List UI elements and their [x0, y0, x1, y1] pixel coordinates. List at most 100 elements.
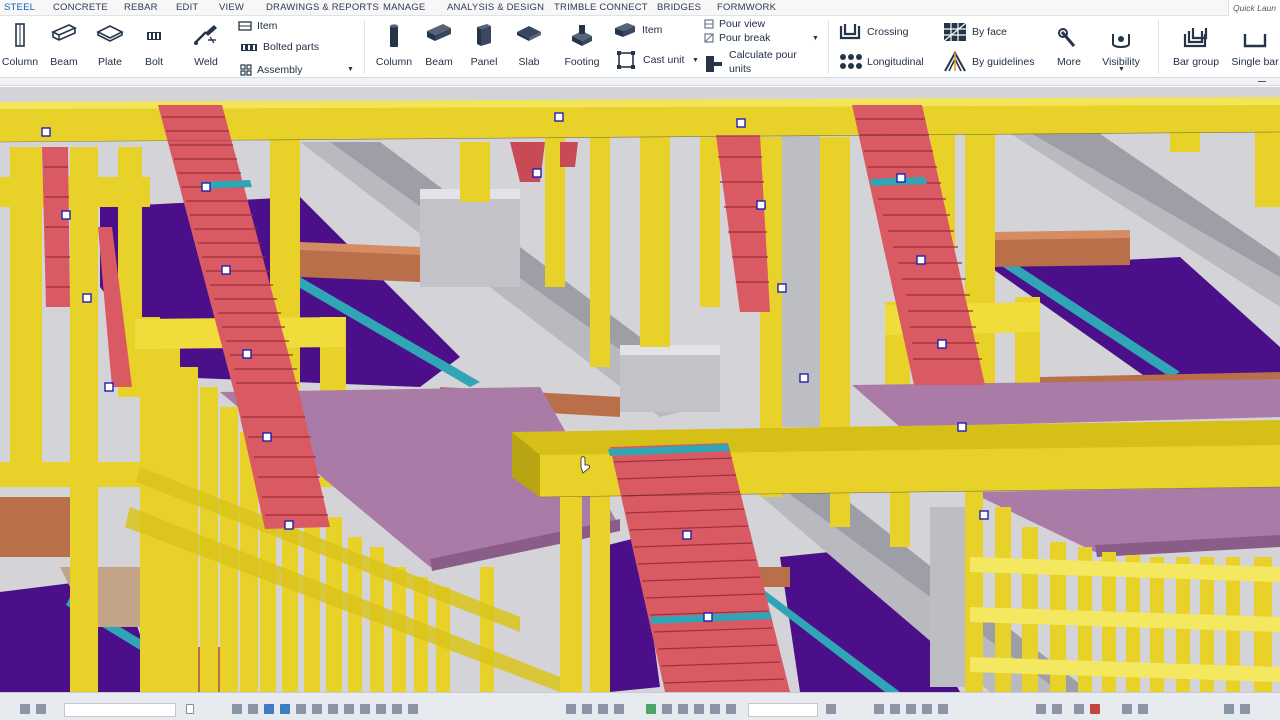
steel-beam-button[interactable]: Beam [44, 16, 84, 78]
snap-button-icon[interactable] [312, 704, 322, 714]
panel-button[interactable]: Panel [464, 16, 504, 78]
bar-group-button[interactable]: Bar group [1166, 16, 1226, 78]
minimize-view-icon[interactable] [1258, 81, 1266, 82]
assembly-button[interactable]: Assembly [240, 62, 303, 78]
pour-view-button[interactable]: Pour view [704, 18, 765, 30]
select-button-icon[interactable] [726, 704, 736, 714]
by-face-label: By face [972, 26, 1008, 38]
tab-steel[interactable]: STEEL [4, 2, 35, 13]
by-face-button[interactable]: By face [943, 22, 1007, 42]
bolted-parts-label: Bolted parts [263, 41, 320, 53]
select-button-icon[interactable] [582, 704, 592, 714]
crossing-label: Crossing [867, 26, 909, 38]
status-command-field[interactable] [64, 703, 176, 717]
select-button-icon[interactable] [598, 704, 608, 714]
tab-view[interactable]: VIEW [219, 2, 244, 13]
view-button-icon[interactable] [890, 704, 900, 714]
view-button-icon[interactable] [874, 704, 884, 714]
ribbon-separator [364, 20, 365, 74]
select-button-icon[interactable] [646, 704, 656, 714]
select-button-icon[interactable] [678, 704, 688, 714]
snap-button-icon[interactable] [392, 704, 402, 714]
cast-unit-icon [617, 51, 635, 69]
status-button-icon[interactable] [36, 704, 46, 714]
status-button-icon[interactable] [20, 704, 30, 714]
bolt-button[interactable]: Bolt [134, 16, 174, 78]
view-button-icon[interactable] [1138, 704, 1148, 714]
tab-analysis-design[interactable]: ANALYSIS & DESIGN [447, 2, 544, 13]
view-button-icon[interactable] [1074, 704, 1084, 714]
visibility-icon [1112, 34, 1130, 48]
view-button-icon[interactable] [922, 704, 932, 714]
concrete-item-button[interactable]: Item [613, 22, 662, 38]
snap-button-icon[interactable] [408, 704, 418, 714]
bolt-label: Bolt [144, 56, 164, 68]
snap-button-icon[interactable] [344, 704, 354, 714]
plate-label: Plate [98, 56, 122, 68]
view-button-icon[interactable] [1036, 704, 1046, 714]
concrete-beam-button[interactable]: Beam [419, 16, 459, 78]
status-toggle-icon[interactable] [186, 704, 194, 714]
visibility-dropdown-icon[interactable]: ▼ [1118, 66, 1125, 73]
cast-unit-button[interactable]: Cast unit [617, 51, 684, 69]
select-button-icon[interactable] [694, 704, 704, 714]
tab-formwork[interactable]: FORMWORK [717, 2, 776, 13]
tab-manage[interactable]: MANAGE [383, 2, 425, 13]
crossing-button[interactable]: Crossing [838, 22, 908, 42]
steel-column-button[interactable]: Column [0, 16, 40, 78]
bolted-parts-button[interactable]: Bolted parts [240, 39, 319, 55]
pour-view-label: Pour view [719, 18, 766, 30]
view-button-icon[interactable] [906, 704, 916, 714]
select-button-icon[interactable] [662, 704, 672, 714]
status-filter-field[interactable] [748, 703, 818, 717]
view-button-icon[interactable] [1052, 704, 1062, 714]
tab-trimble-connect[interactable]: TRIMBLE CONNECT [554, 2, 648, 13]
pour-dropdown-icon[interactable]: ▼ [812, 35, 819, 42]
pour-break-button[interactable]: Pour break [704, 32, 770, 44]
steel-item-label: Item [257, 20, 278, 32]
steel-item-button[interactable]: Item [238, 18, 277, 34]
more-button[interactable]: More [1050, 16, 1088, 78]
select-button-icon[interactable] [566, 704, 576, 714]
calculate-pour-units-button[interactable]: Calculate pour units [704, 48, 797, 76]
weld-button[interactable]: Weld [186, 16, 226, 78]
snap-button-icon[interactable] [280, 704, 290, 714]
view-button-icon[interactable] [1224, 704, 1234, 714]
cast-unit-dropdown-icon[interactable]: ▼ [692, 57, 699, 64]
select-button-icon[interactable] [710, 704, 720, 714]
ribbon-separator [1158, 20, 1159, 74]
snap-button-icon[interactable] [376, 704, 386, 714]
tab-rebar[interactable]: REBAR [124, 2, 158, 13]
snap-button-icon[interactable] [232, 704, 242, 714]
tab-drawings-reports[interactable]: DRAWINGS & REPORTS [266, 2, 379, 13]
view-button-icon[interactable] [1090, 704, 1100, 714]
concrete-column-button[interactable]: Column [374, 16, 414, 78]
by-guidelines-button[interactable]: By guidelines [943, 51, 1034, 72]
snap-button-icon[interactable] [264, 704, 274, 714]
slab-button[interactable]: Slab [509, 16, 549, 78]
tab-concrete[interactable]: CONCRETE [53, 2, 108, 13]
footing-button[interactable]: Footing [561, 16, 603, 78]
ribbon-separator [828, 20, 829, 74]
assembly-icon [240, 64, 252, 76]
longitudinal-button[interactable]: Longitudinal [838, 52, 924, 72]
select-button-icon[interactable] [614, 704, 624, 714]
bolted-parts-icon [241, 44, 257, 51]
snap-button-icon[interactable] [296, 704, 306, 714]
filter-button-icon[interactable] [826, 704, 836, 714]
snap-button-icon[interactable] [328, 704, 338, 714]
pour-break-icon [704, 33, 714, 43]
view-button-icon[interactable] [938, 704, 948, 714]
snap-button-icon[interactable] [360, 704, 370, 714]
tab-edit[interactable]: EDIT [176, 2, 198, 13]
single-bar-button[interactable]: Single bar [1230, 16, 1280, 78]
plate-button[interactable]: Plate [90, 16, 130, 78]
quick-launch-input[interactable]: Quick Laun [1228, 0, 1280, 16]
crossing-icon [839, 24, 861, 40]
snap-button-icon[interactable] [248, 704, 258, 714]
tab-bridges[interactable]: BRIDGES [657, 2, 701, 13]
view-button-icon[interactable] [1240, 704, 1250, 714]
model-view-3d[interactable] [0, 87, 1280, 692]
assembly-dropdown-icon[interactable]: ▼ [347, 66, 354, 73]
view-button-icon[interactable] [1122, 704, 1132, 714]
